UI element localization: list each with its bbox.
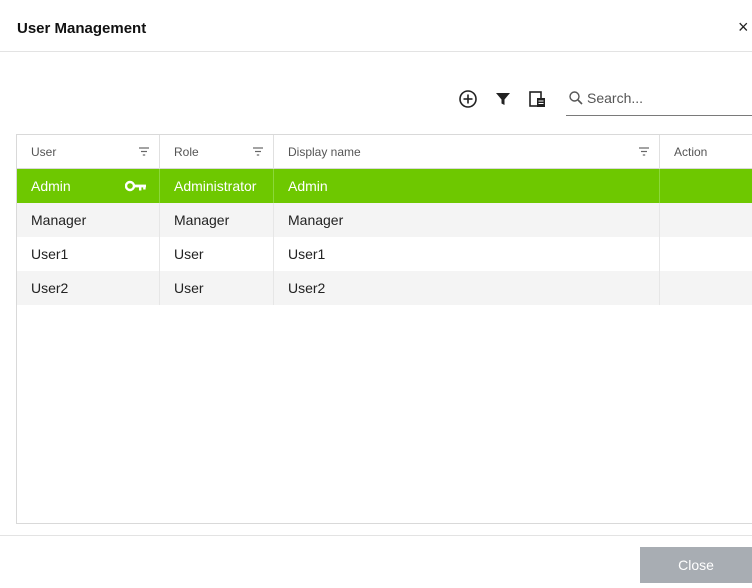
cell-display-name: Manager <box>274 203 660 237</box>
dialog-footer: Close <box>0 535 752 588</box>
search-field[interactable] <box>566 82 752 116</box>
column-filter-icon[interactable] <box>253 147 263 156</box>
column-label: Action <box>674 145 708 159</box>
user-name: Admin <box>31 178 71 194</box>
column-filter-icon[interactable] <box>639 147 649 156</box>
filter-icon[interactable] <box>493 89 513 109</box>
column-chooser-icon[interactable] <box>527 89 547 109</box>
toolbar <box>0 82 752 116</box>
key-icon <box>125 180 147 192</box>
cell-action <box>660 271 752 305</box>
user-management-dialog: User Management × Search... User Role Di… <box>0 0 752 588</box>
cell-display-name: Admin <box>274 169 660 203</box>
cell-role: Manager <box>160 203 274 237</box>
column-header-display-name[interactable]: Display name <box>274 135 660 169</box>
column-filter-icon[interactable] <box>139 147 149 156</box>
cell-display-name: User1 <box>274 237 660 271</box>
users-table: User Role Display name Action Admin Admi… <box>16 134 752 524</box>
cell-display-name: User2 <box>274 271 660 305</box>
cell-action <box>660 237 752 271</box>
column-label: Role <box>174 145 199 159</box>
cell-role: User <box>160 237 274 271</box>
close-button[interactable]: Close <box>640 547 752 583</box>
cell-action <box>660 169 752 203</box>
cell-role: Administrator <box>160 169 274 203</box>
column-header-user[interactable]: User <box>17 135 160 169</box>
cell-action <box>660 203 752 237</box>
column-header-role[interactable]: Role <box>160 135 274 169</box>
table-row[interactable]: Admin Administrator Admin <box>17 169 752 203</box>
column-header-action: Action <box>660 135 752 169</box>
column-label: User <box>31 145 57 159</box>
cell-user: Manager <box>17 203 160 237</box>
column-label: Display name <box>288 145 361 159</box>
table-header: User Role Display name Action <box>17 135 752 169</box>
close-icon[interactable]: × <box>738 17 752 37</box>
cell-user: Admin <box>17 169 160 203</box>
table-row[interactable]: User2 User User2 <box>17 271 752 305</box>
search-input[interactable] <box>587 88 747 108</box>
table-row[interactable]: Manager Manager Manager <box>17 203 752 237</box>
add-circle-icon[interactable] <box>458 89 478 109</box>
cell-role: User <box>160 271 274 305</box>
table-row[interactable]: User1 User User1 <box>17 237 752 271</box>
cell-user: User2 <box>17 271 160 305</box>
dialog-header: User Management × <box>0 0 752 52</box>
dialog-title: User Management <box>17 20 147 37</box>
cell-user: User1 <box>17 237 160 271</box>
search-icon <box>568 90 584 106</box>
